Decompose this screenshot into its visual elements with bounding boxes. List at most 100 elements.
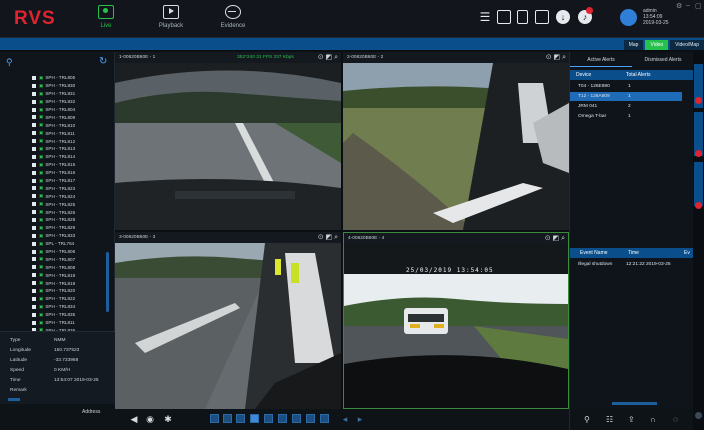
event-row[interactable]: Illegal shutdown 12:21:22 2019-03-25 [570,260,682,269]
device-tree-item[interactable]: ▣ SPH - TRL833 [32,232,108,240]
layout-2-button[interactable] [223,414,232,423]
device-checkbox[interactable] [32,296,36,301]
headset-icon[interactable]: ∩ [650,415,656,424]
tab-map[interactable]: Map [623,40,644,50]
document-icon[interactable] [517,10,528,24]
side-tab-3[interactable] [694,162,703,206]
device-checkbox[interactable] [32,115,36,120]
ptz-icon[interactable]: ✱ [163,414,173,424]
device-tree-item[interactable]: ▣ SPH - TRL813 [32,145,108,153]
device-tree-item[interactable]: ▣ SPH - TRL835 [32,311,108,319]
device-checkbox[interactable] [32,99,36,104]
device-tree-item[interactable]: ▣ SPH - TRL826 [32,208,108,216]
device-checkbox[interactable] [32,241,36,246]
download-icon[interactable]: ↓ [556,10,570,24]
alert-row[interactable]: T04 - 126E890 1 [570,82,682,91]
col-event-time[interactable]: Time [628,248,639,258]
list-view-icon[interactable]: ☷ [606,415,613,424]
device-checkbox[interactable] [32,233,36,238]
device-tree-item[interactable]: ▣ SPH - TRL816 [32,169,108,177]
device-checkbox[interactable] [32,170,36,175]
device-tree-item[interactable]: ▣ SPH - TRL814 [32,153,108,161]
device-checkbox[interactable] [32,288,36,293]
video-4-controls[interactable]: ⊙ ◩ ⌕ [545,233,565,244]
device-checkbox[interactable] [32,320,36,325]
nav-evidence[interactable]: Evidence [209,3,257,37]
device-tree-item[interactable]: ▣ SPH - TRL829 [32,224,108,232]
monitor-icon[interactable] [497,10,511,24]
device-checkbox[interactable] [32,154,36,159]
export-icon[interactable]: ⇪ [628,415,635,424]
settings-icon[interactable]: ⚙ [676,2,682,10]
device-tree-item[interactable]: ▣ SPH - TRL822 [32,295,108,303]
device-checkbox[interactable] [32,257,36,262]
device-checkbox[interactable] [32,202,36,207]
events-scrollbar[interactable] [612,402,657,405]
device-tree-item[interactable]: ▣ SPH - TRL818 [32,271,108,279]
nav-live[interactable]: Live [82,3,130,37]
device-tree-item[interactable]: ▣ SPH - TRL823 [32,184,108,192]
video-1-controls[interactable]: ⊙ ◩ ⌕ [318,52,338,63]
device-checkbox[interactable] [32,162,36,167]
video-channel-1[interactable]: 1-00620B60E - 1 352*240 31 FPS 337 Kbps … [115,52,341,230]
list-icon[interactable]: ☰ [478,10,492,24]
device-tree-item[interactable]: ▣ SPH - TRL815 [32,161,108,169]
device-tree-item[interactable]: ▣ SPH - TRL831 [32,90,108,98]
layout-9-button[interactable] [292,414,301,423]
device-checkbox[interactable] [32,139,36,144]
video-channel-3[interactable]: 3-00620B60E - 3 ⊙ ◩ ⌕ [115,232,341,409]
device-checkbox[interactable] [32,107,36,112]
tab-active-alerts[interactable]: Active Alerts [570,54,632,66]
device-checkbox[interactable] [32,210,36,215]
alert-row[interactable]: Omega T-bar 1 [570,112,682,121]
col-event-extra[interactable]: Ev [684,248,690,258]
video-2-controls[interactable]: ⊙ ◩ ⌕ [546,52,566,63]
device-tree-item[interactable]: ▣ SPH - TRL824 [32,192,108,200]
minimize-icon[interactable]: – [686,2,690,9]
device-tree-item[interactable]: ▣ SPH - TRL807 [32,255,108,263]
user-avatar[interactable] [620,9,637,26]
device-tree-item[interactable]: ▣ SPH - TRL834 [32,303,108,311]
device-checkbox[interactable] [32,178,36,183]
next-page-icon[interactable]: ▸ [355,414,365,424]
storage-icon[interactable] [535,10,549,24]
device-checkbox[interactable] [32,83,36,88]
device-checkbox[interactable] [32,91,36,96]
col-device[interactable]: Device [576,70,591,80]
device-tree-item[interactable]: ▣ SPH - TRL830 [32,82,108,90]
alert-row[interactable]: JRM 041 2 [570,102,682,111]
device-tree-item[interactable]: ▣ SPH - TRL806 [32,248,108,256]
device-tree-item[interactable]: ▣ SPH - TRL825 [32,200,108,208]
device-tree-item[interactable]: ▣ SPH - TRL828 [32,216,108,224]
device-tree-item[interactable]: ▣ SPH - TRL820 [32,287,108,295]
layout-8-button[interactable] [278,414,287,423]
address-button[interactable]: Address [82,409,100,415]
device-checkbox[interactable] [32,186,36,191]
side-settings-icon[interactable] [695,412,702,419]
left-panel-scroll[interactable] [8,398,20,401]
device-tree-item[interactable]: ▣ SPH - TRL819 [32,279,108,287]
device-tree-item[interactable]: ▣ SPH - TRL804 [32,106,108,114]
device-tree-item[interactable]: ▣ SPH - TRL832 [32,98,108,106]
snapshot-icon[interactable]: ◉ [145,414,155,424]
video-channel-2[interactable]: 2-00620B60E - 2 ⊙ ◩ ⌕ [343,52,569,230]
device-checkbox[interactable] [32,194,36,199]
nav-playback[interactable]: Playback [147,3,195,37]
layout-13-button[interactable] [306,414,315,423]
layout-16-button[interactable] [320,414,329,423]
device-checkbox[interactable] [32,217,36,222]
device-tree-item[interactable]: ▣ SPH - TRL810 [32,121,108,129]
device-checkbox[interactable] [32,273,36,278]
layout-4-button[interactable] [250,414,259,423]
layout-1-button[interactable] [210,414,219,423]
device-checkbox[interactable] [32,131,36,136]
device-checkbox[interactable] [32,123,36,128]
volume-icon[interactable]: ◀ [129,414,139,424]
refresh-icon[interactable]: ↻ [99,56,107,67]
video-3-controls[interactable]: ⊙ ◩ ⌕ [318,232,338,243]
device-tree-item[interactable]: ▣ SPH - TRL808 [32,263,108,271]
device-checkbox[interactable] [32,265,36,270]
window-icon[interactable]: ▢ [695,2,702,10]
col-total-alerts[interactable]: Total Alerts [626,70,650,80]
device-tree-item[interactable]: ▣ SPH - TRL811 [32,129,108,137]
